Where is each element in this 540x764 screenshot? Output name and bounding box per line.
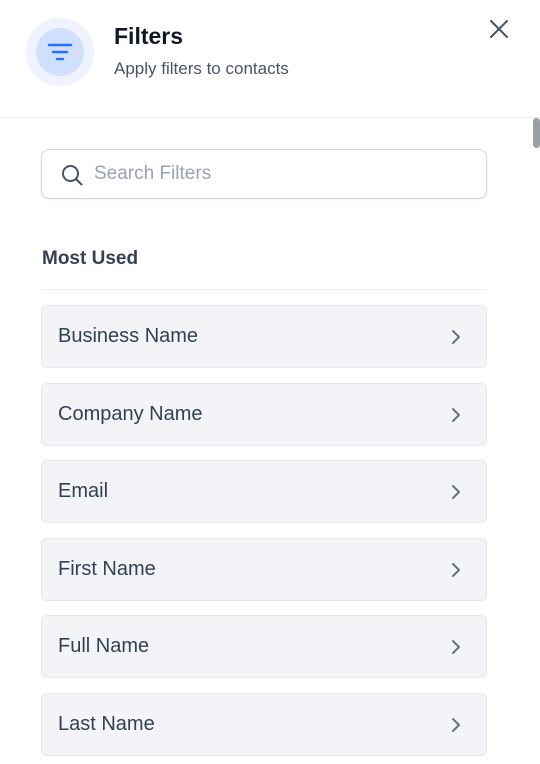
filter-label: Email (58, 480, 109, 502)
filter-item-last-name[interactable]: Last Name (41, 692, 487, 756)
chevron-right-icon (452, 562, 460, 577)
filter-item-company-name[interactable]: Company Name (41, 382, 487, 446)
close-button[interactable] (484, 14, 514, 44)
panel-subtitle: Apply filters to contacts (114, 59, 289, 78)
search-box[interactable] (41, 149, 487, 199)
search-input[interactable] (94, 150, 474, 198)
filter-item-full-name[interactable]: Full Name (41, 615, 487, 678)
filter-item-email[interactable]: Email (41, 460, 487, 523)
filter-item-business-name[interactable]: Business Name (41, 305, 487, 368)
section-divider (41, 289, 487, 290)
filter-label: Business Name (58, 325, 199, 347)
filter-label: Last Name (58, 712, 155, 735)
close-icon[interactable] (489, 19, 509, 39)
filter-item-first-name[interactable]: First Name (41, 537, 487, 601)
panel-header: Filters Apply filters to contacts (0, 0, 540, 118)
chevron-right-icon (452, 407, 460, 422)
scrollbar[interactable] (531, 118, 540, 764)
filter-label: Company Name (58, 402, 203, 425)
filters-panel: Filters Apply filters to contacts Most U… (0, 0, 540, 764)
filter-lines-icon (47, 43, 73, 61)
header-icon-badge (26, 18, 94, 86)
chevron-right-icon (452, 330, 460, 344)
panel-title: Filters (114, 23, 184, 49)
filter-label: First Name (58, 557, 156, 580)
scrollbar-thumb[interactable] (533, 118, 540, 148)
filter-label: Full Name (58, 635, 150, 657)
chevron-right-icon (452, 640, 460, 654)
search-icon (62, 165, 83, 186)
section-title-most-used: Most Used (42, 248, 139, 269)
chevron-right-icon (452, 485, 460, 499)
filter-list: Business Name Company Name Email First N… (41, 305, 487, 764)
chevron-right-icon (452, 717, 460, 732)
